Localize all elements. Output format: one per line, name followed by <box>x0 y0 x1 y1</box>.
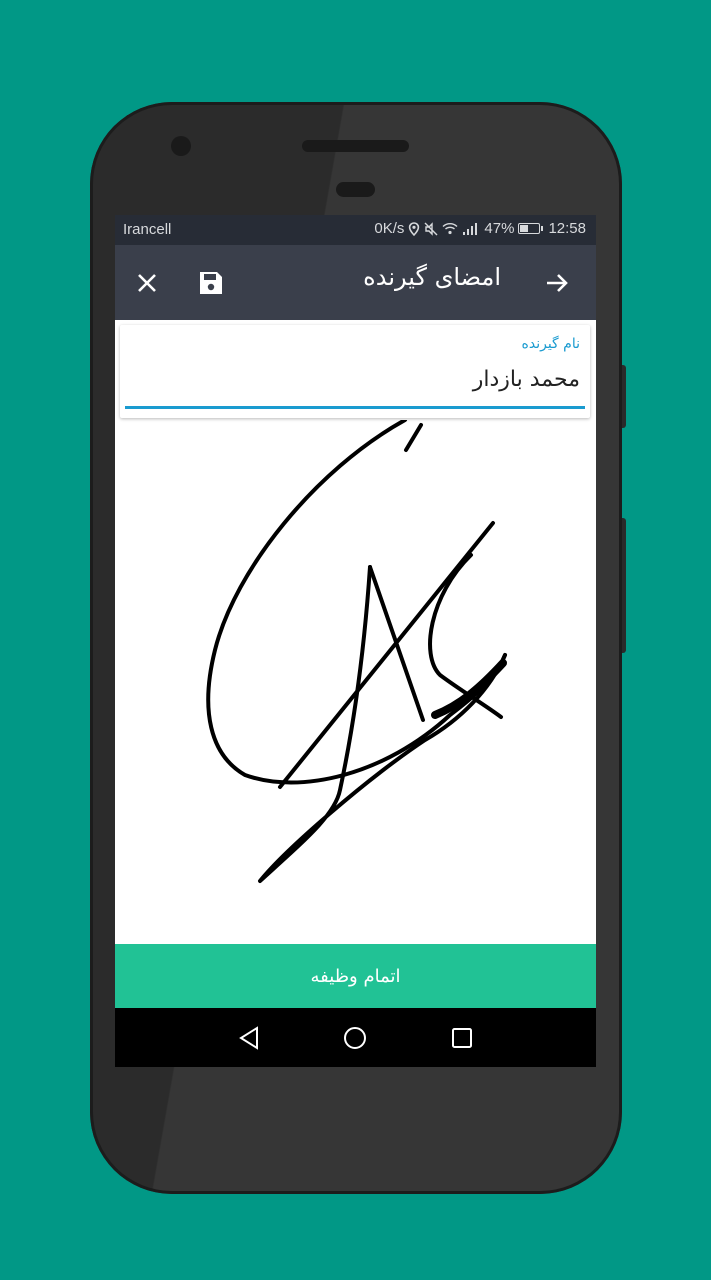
phone-screen: Irancell 0K/s 47% 12:58 امضای گیرنده نام… <box>115 215 596 1067</box>
signal-icon <box>462 222 480 235</box>
proximity-sensor <box>336 182 375 197</box>
network-speed: 0K/s <box>374 220 405 237</box>
page-title: امضای گیرنده <box>363 263 501 291</box>
signature-stroke <box>368 565 425 722</box>
recipient-name-card: نام گیرنده محمد بازدار <box>120 325 590 418</box>
signature-stroke <box>404 423 423 452</box>
nav-recents-icon <box>452 1028 472 1048</box>
carrier-name: Irancell <box>123 221 172 238</box>
wifi-icon <box>442 222 458 235</box>
nav-recents-button[interactable] <box>444 1020 480 1056</box>
close-button[interactable] <box>127 263 167 303</box>
arrow-right-icon <box>547 274 568 292</box>
app-toolbar: امضای گیرنده <box>115 245 596 320</box>
nav-home-icon <box>344 1027 366 1049</box>
navigation-bar <box>115 1008 596 1067</box>
finish-task-label: اتمام وظیفه <box>310 965 401 987</box>
clock: 12:58 <box>548 220 586 237</box>
status-bar: Irancell 0K/s 47% 12:58 <box>115 215 596 245</box>
battery-icon <box>518 223 544 234</box>
save-button[interactable] <box>191 263 231 303</box>
signature-stroke <box>258 565 507 883</box>
finish-task-button[interactable]: اتمام وظیفه <box>115 944 596 1008</box>
save-icon <box>200 272 222 294</box>
battery-percent: 47% <box>484 220 515 237</box>
back-button[interactable] <box>537 263 577 303</box>
front-camera <box>171 136 191 156</box>
signature-stroke <box>278 521 495 789</box>
nav-back-icon <box>239 1026 258 1050</box>
recipient-name-field[interactable]: محمد بازدار <box>473 367 580 392</box>
close-icon <box>138 274 156 292</box>
location-icon <box>408 221 420 236</box>
nav-back-button[interactable] <box>231 1020 267 1056</box>
status-indicators: 0K/s 47% 12:58 <box>374 220 586 237</box>
earpiece-speaker <box>302 140 409 152</box>
field-underline <box>125 406 585 409</box>
mute-icon <box>424 221 438 236</box>
screenshot-canvas: Irancell 0K/s 47% 12:58 امضای گیرنده نام… <box>0 0 711 1280</box>
recipient-name-label: نام گیرنده <box>521 336 580 352</box>
nav-home-button[interactable] <box>337 1020 373 1056</box>
signature-stroke <box>206 420 507 785</box>
signature-pad[interactable] <box>115 420 596 944</box>
signature-stroke <box>428 553 503 719</box>
battery-level <box>520 225 529 232</box>
